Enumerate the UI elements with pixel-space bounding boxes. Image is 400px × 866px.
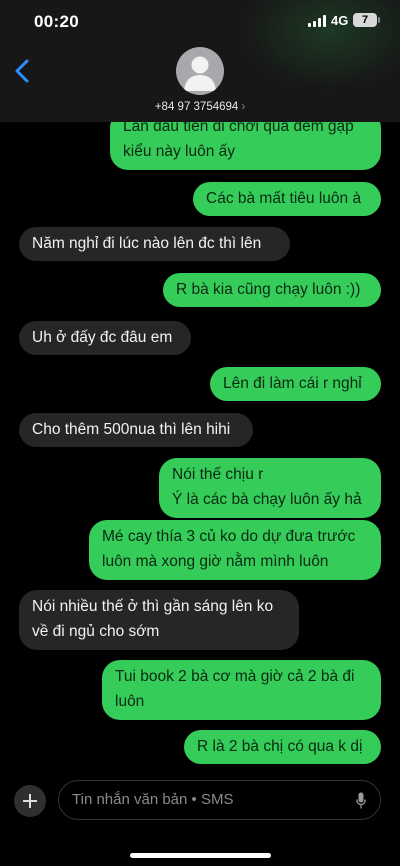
- message-input-placeholder: Tin nhắn văn bản • SMS: [72, 791, 234, 808]
- home-indicator[interactable]: [130, 853, 271, 858]
- message-bubble-incoming[interactable]: Cho thêm 500nua thì lên hihi: [19, 413, 253, 447]
- contact-name[interactable]: +84 97 3754694 ›: [0, 101, 400, 113]
- message-bubble-incoming[interactable]: Năm nghỉ đi lúc nào lên đc thì lên: [19, 227, 290, 261]
- contact-avatar[interactable]: [176, 47, 224, 95]
- signal-icon: [308, 15, 326, 27]
- network-label: 4G: [331, 13, 349, 28]
- person-icon: [184, 56, 216, 91]
- message-bubble-outgoing[interactable]: R bà kia cũng chạy luôn :)): [163, 273, 381, 307]
- status-time: 00:20: [34, 12, 79, 31]
- message-bubble-incoming[interactable]: Nói nhiều thế ở thì gần sáng lên ko về đ…: [19, 590, 299, 650]
- contact-chevron-icon: ›: [241, 101, 246, 113]
- add-attachment-button[interactable]: [14, 785, 46, 817]
- contact-number: +84 97 3754694: [154, 101, 239, 113]
- back-chevron-icon[interactable]: [12, 58, 34, 84]
- message-bubble-outgoing[interactable]: Lên đi làm cái r nghỉ: [210, 367, 381, 401]
- message-bubble-outgoing[interactable]: R là 2 bà chị có qua k dị: [184, 730, 381, 764]
- microphone-icon[interactable]: [356, 792, 366, 810]
- message-bubble-outgoing[interactable]: Các bà mất tiêu luôn à: [193, 182, 381, 216]
- message-bubble-incoming[interactable]: Uh ở đấy đc đâu em: [19, 321, 191, 355]
- message-bubble-outgoing[interactable]: Nói thế chịu r Ý là các bà chạy luôn ấy …: [159, 458, 381, 518]
- message-input[interactable]: Tin nhắn văn bản • SMS: [58, 780, 381, 820]
- message-bubble-outgoing[interactable]: Tui book 2 bà cơ mà giờ cả 2 bà đi luôn: [102, 660, 381, 720]
- status-bar: 00:20 4G 7: [0, 0, 400, 44]
- battery-icon: 7: [353, 13, 380, 27]
- message-bubble-outgoing[interactable]: Mé cay thía 3 củ ko do dự đưa trước luôn…: [89, 520, 381, 580]
